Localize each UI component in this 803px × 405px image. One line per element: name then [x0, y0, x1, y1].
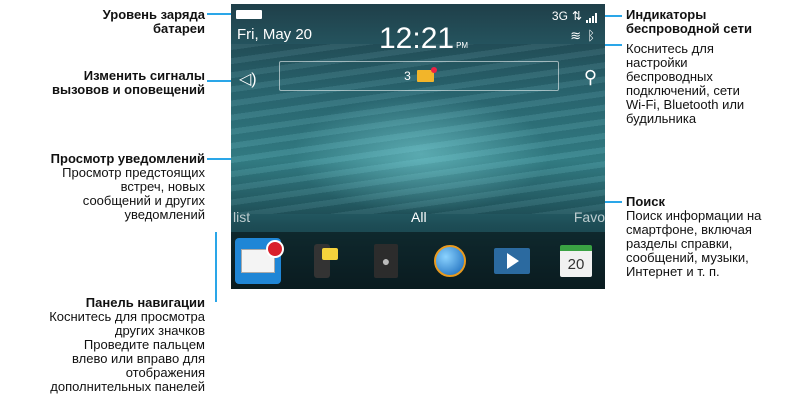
- search-icon[interactable]: ⚲: [584, 67, 597, 88]
- wireless-callout-desc-6: будильника: [626, 111, 697, 126]
- home-screen: Fri, May 20 12:21 PM 3G ⇅ ≋ ᛒ ◁) 3 ⚲ list…: [231, 4, 605, 289]
- notifications-callout-title: Просмотр уведомлений: [50, 151, 205, 166]
- wireless-callout-title-1: Индикаторы: [626, 7, 707, 22]
- connections-area[interactable]: ≋ ᛒ: [570, 28, 595, 44]
- messages-app[interactable]: [235, 238, 284, 284]
- clock-suffix: PM: [456, 41, 469, 50]
- app-dock: ● 20: [231, 232, 605, 289]
- speaker-icon[interactable]: ◁): [239, 69, 257, 89]
- navigation-callout-line: [215, 232, 217, 302]
- contacts-icon: ●: [374, 244, 398, 278]
- notifications-callout-desc-4: уведомлений: [124, 207, 205, 222]
- battery-callout-title-2: батареи: [152, 21, 205, 36]
- wireless-callout-desc-1: Коснитесь для: [626, 41, 714, 56]
- wireless-callout: Индикаторы беспроводной сети Коснитесь д…: [626, 8, 801, 126]
- battery-callout-title-1: Уровень заряда: [102, 7, 205, 22]
- navigation-callout-desc-5: отображения: [125, 365, 205, 380]
- wireless-callout-desc-5: Wi-Fi, Bluetooth или: [626, 97, 745, 112]
- clock: 12:21 PM: [379, 22, 468, 56]
- media-app[interactable]: [489, 238, 535, 284]
- navigation-callout-desc-1: Коснитесь для просмотра: [49, 309, 205, 324]
- notifications-callout-desc-1: Просмотр предстоящих: [62, 165, 205, 180]
- navigation-callout: Панель навигации Коснитесь для просмотра…: [0, 296, 205, 394]
- tab-all[interactable]: All: [411, 209, 427, 225]
- calendar-app[interactable]: 20: [553, 238, 599, 284]
- navigation-callout-desc-3: Проведите пальцем: [83, 337, 205, 352]
- wireless-callout-desc-4: подключений, сети: [626, 83, 740, 98]
- navigation-callout-desc-2: других значков: [114, 323, 205, 338]
- clock-time: 12:21: [379, 22, 455, 55]
- network-type-label: 3G: [551, 9, 568, 23]
- text-messages-icon: [314, 244, 338, 278]
- notification-count: 3: [404, 69, 411, 83]
- battery-icon[interactable]: [236, 10, 262, 19]
- date-label: Fri, May 20: [237, 26, 313, 43]
- notifications-callout-desc-2: встреч, новых: [120, 179, 205, 194]
- search-callout-desc-2: смартфоне, включая: [626, 222, 752, 237]
- text-messages-app[interactable]: [299, 238, 345, 284]
- browser-icon: [434, 245, 466, 277]
- media-icon: [494, 248, 530, 274]
- wireless-indicators[interactable]: 3G ⇅: [552, 9, 597, 23]
- navigation-callout-desc-6: дополнительных панелей: [50, 379, 205, 394]
- wallpaper-glow: [291, 94, 551, 214]
- wireless-callout-title-2: беспроводной сети: [626, 21, 752, 36]
- search-callout-desc-3: разделы справки,: [626, 236, 733, 251]
- bluetooth-icon: ᛒ: [587, 28, 595, 43]
- navigation-callout-title: Панель навигации: [85, 295, 205, 310]
- search-callout: Поиск Поиск информации на смартфоне, вкл…: [626, 195, 801, 279]
- contacts-app[interactable]: ●: [363, 238, 409, 284]
- search-callout-desc-5: Интернет и т. п.: [626, 264, 720, 279]
- search-callout-desc-4: сообщений, музыки,: [626, 250, 749, 265]
- tab-list[interactable]: list: [233, 209, 250, 225]
- alerts-callout-title-1: Изменить сигналы: [83, 68, 205, 83]
- alerts-callout: Изменить сигналы вызовов и оповещений: [0, 69, 205, 97]
- alerts-callout-line: [207, 80, 233, 82]
- search-callout-desc-1: Поиск информации на: [626, 208, 762, 223]
- navigation-tabs: list All Favo: [231, 209, 605, 231]
- notifications-bar[interactable]: 3: [279, 61, 559, 91]
- navigation-callout-desc-4: влево или вправо для: [72, 351, 205, 366]
- mail-icon: [241, 240, 284, 273]
- message-icon: [416, 67, 437, 82]
- calendar-icon: 20: [560, 245, 592, 277]
- alerts-callout-title-2: вызовов и оповещений: [52, 82, 205, 97]
- battery-callout-line: [207, 13, 233, 15]
- data-arrows-icon: ⇅: [571, 9, 582, 23]
- signal-bars-icon: [586, 13, 597, 23]
- browser-app[interactable]: [427, 238, 473, 284]
- wireless-callout-desc-2: настройки: [626, 55, 688, 70]
- wifi-icon: ≋: [570, 28, 582, 43]
- notifications-callout-desc-3: сообщений и других: [82, 193, 205, 208]
- calendar-day: 20: [567, 255, 585, 273]
- wireless-callout-desc-3: беспроводных: [626, 69, 713, 84]
- notifications-callout: Просмотр уведомлений Просмотр предстоящи…: [0, 152, 205, 222]
- search-callout-title: Поиск: [626, 194, 666, 209]
- battery-callout: Уровень заряда батареи: [5, 8, 205, 36]
- tab-favorites[interactable]: Favo: [574, 209, 605, 225]
